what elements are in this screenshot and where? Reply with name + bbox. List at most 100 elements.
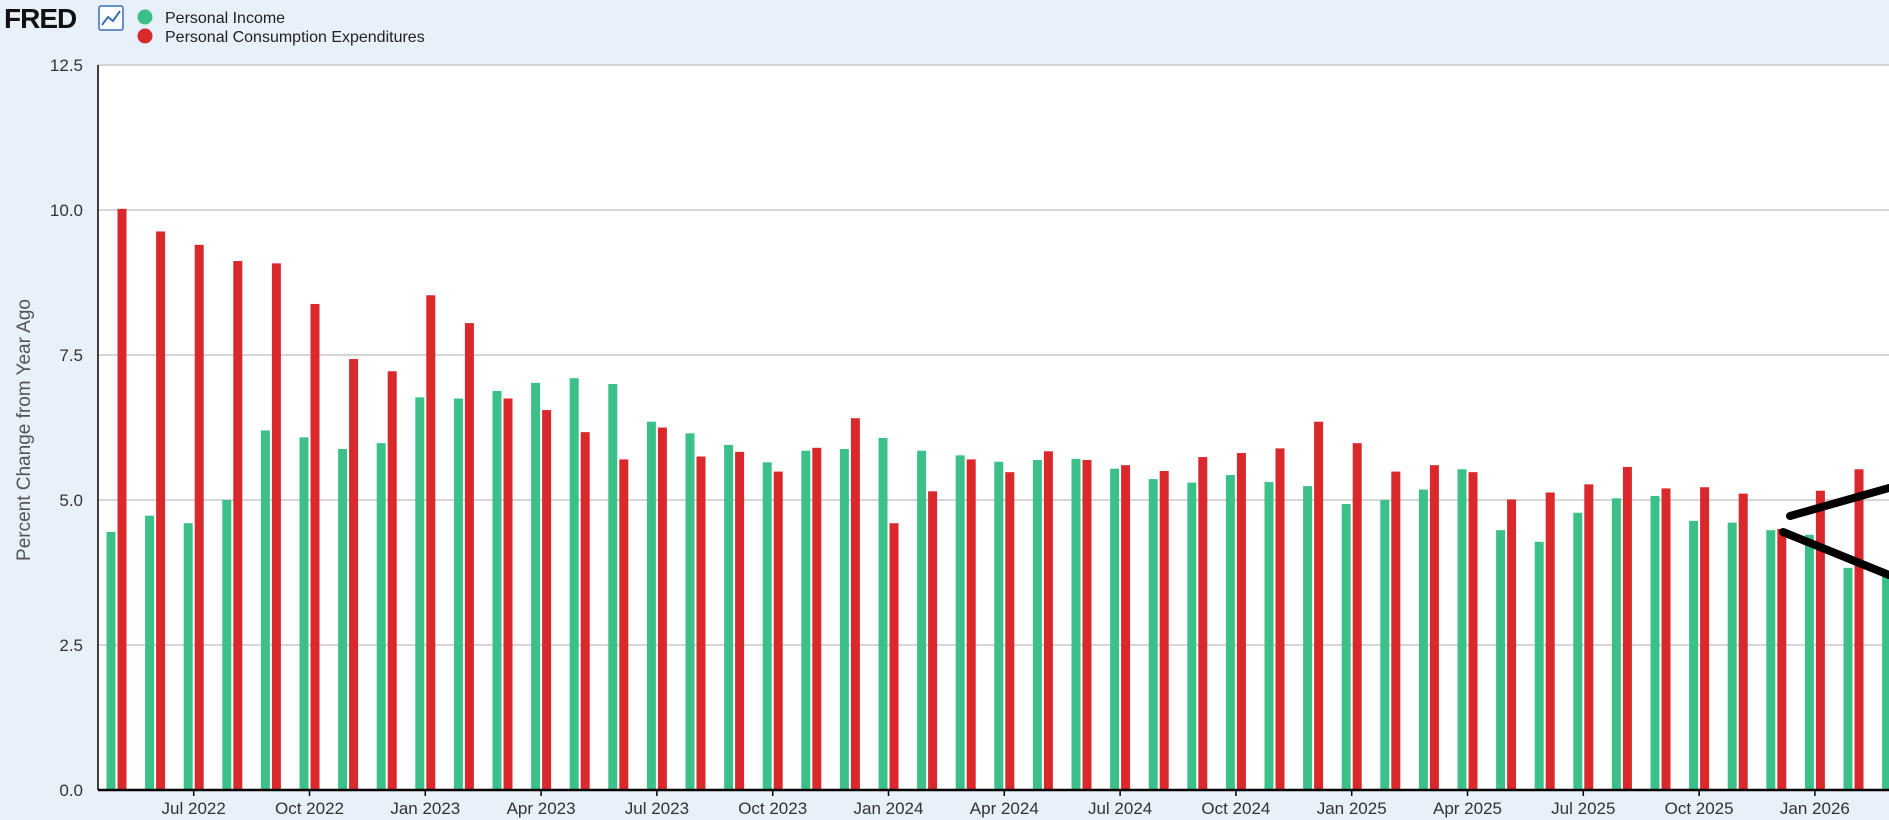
bar-personal-income[interactable] [260,430,270,790]
bar-personal-income[interactable] [955,455,965,790]
bar-pce[interactable] [619,459,629,790]
bar-pce[interactable] [1545,492,1555,790]
bar-personal-income[interactable] [415,397,425,790]
bar-pce[interactable] [1082,459,1092,790]
bar-personal-income[interactable] [1303,486,1313,790]
bar-personal-income[interactable] [1496,530,1506,790]
y-tick-label: 5.0 [59,491,83,510]
bar-pce[interactable] [1275,448,1285,790]
bar-personal-income[interactable] [1882,574,1889,790]
bar-personal-income[interactable] [183,523,193,790]
bar-personal-income[interactable] [1264,482,1274,790]
bar-personal-income[interactable] [569,378,579,790]
bar-pce[interactable] [387,371,397,790]
bar-pce[interactable] [1429,465,1439,790]
bar-personal-income[interactable] [1148,479,1158,790]
line-chart-icon[interactable] [98,5,124,31]
bar-pce[interactable] [1507,499,1517,790]
bar-pce[interactable] [812,447,822,790]
bar-pce[interactable] [426,295,436,790]
bar-personal-income[interactable] [376,443,386,790]
bar-pce[interactable] [349,359,359,790]
bar-pce[interactable] [1236,453,1246,790]
bar-pce[interactable] [928,491,938,790]
bar-personal-income[interactable] [839,448,849,790]
x-tick-label: Jul 2025 [1551,799,1615,818]
bar-personal-income[interactable] [917,450,927,790]
bar-pce[interactable] [1043,451,1053,790]
bar-personal-income[interactable] [646,421,656,790]
bar-personal-income[interactable] [1727,522,1737,790]
bar-pce[interactable] [117,208,127,791]
bar-personal-income[interactable] [1843,567,1853,790]
bar-pce[interactable] [1352,443,1362,790]
bar-pce[interactable] [156,231,166,790]
bar-personal-income[interactable] [453,398,463,791]
bar-pce[interactable] [503,398,513,791]
bar-personal-income[interactable] [1689,520,1699,790]
bar-personal-income[interactable] [1650,495,1660,790]
bar-personal-income[interactable] [1611,498,1621,790]
bar-pce[interactable] [1121,465,1131,790]
bar-personal-income[interactable] [762,462,772,790]
bar-personal-income[interactable] [801,450,811,790]
bar-personal-income[interactable] [1766,530,1776,790]
bar-personal-income[interactable] [1418,489,1428,790]
bar-personal-income[interactable] [1573,512,1583,790]
bar-personal-income[interactable] [1110,468,1120,790]
bar-personal-income[interactable] [222,500,232,790]
fred-logo[interactable]: FRED [4,3,78,34]
bar-pce[interactable] [194,244,204,791]
bar-personal-income[interactable] [1071,458,1081,790]
bar-pce[interactable] [1468,472,1478,790]
bar-pce[interactable] [966,459,976,790]
bar-pce[interactable] [464,323,474,790]
bar-personal-income[interactable] [1032,459,1042,790]
bar-pce[interactable] [1815,490,1825,790]
bar-pce[interactable] [1622,466,1632,790]
bar-personal-income[interactable] [492,390,502,790]
bar-pce[interactable] [310,303,320,790]
bar-pce[interactable] [271,263,281,790]
bar-pce[interactable] [1854,469,1864,790]
x-tick-label: Jul 2022 [162,799,226,818]
x-tick-label: Apr 2023 [507,799,576,818]
bar-personal-income[interactable] [878,437,888,790]
bar-pce[interactable] [1198,457,1208,790]
bar-personal-income[interactable] [531,382,541,790]
bar-personal-income[interactable] [145,515,155,790]
bar-pce[interactable] [233,261,243,790]
bar-pce[interactable] [1777,529,1787,790]
bar-personal-income[interactable] [106,531,116,790]
bar-personal-income[interactable] [1804,534,1814,790]
bar-pce[interactable] [735,451,745,790]
bar-pce[interactable] [1159,471,1169,790]
bar-personal-income[interactable] [608,384,618,790]
bar-personal-income[interactable] [1187,482,1197,790]
bar-pce[interactable] [580,432,590,790]
bar-pce[interactable] [773,471,783,790]
bar-pce[interactable] [850,418,860,790]
bar-pce[interactable] [889,523,899,790]
bar-pce[interactable] [1584,484,1594,790]
bar-personal-income[interactable] [724,444,734,790]
legend-item-pce[interactable]: Personal Consumption Expenditures [137,28,425,47]
bar-pce[interactable] [1391,471,1401,790]
bar-personal-income[interactable] [1534,541,1544,790]
bar-personal-income[interactable] [299,437,309,790]
bar-personal-income[interactable] [338,448,348,790]
bar-pce[interactable] [542,410,552,790]
bar-pce[interactable] [657,427,667,791]
bar-personal-income[interactable] [1457,469,1467,790]
bar-pce[interactable] [1738,493,1748,790]
bar-pce[interactable] [696,456,706,791]
bar-pce[interactable] [1314,421,1324,790]
bar-personal-income[interactable] [685,433,695,790]
bar-personal-income[interactable] [1341,504,1351,790]
bar-personal-income[interactable] [1380,500,1390,790]
bar-personal-income[interactable] [1225,475,1235,790]
bar-pce[interactable] [1661,488,1671,790]
bar-pce[interactable] [1700,487,1710,790]
bar-pce[interactable] [1005,472,1015,790]
bar-personal-income[interactable] [994,461,1004,790]
